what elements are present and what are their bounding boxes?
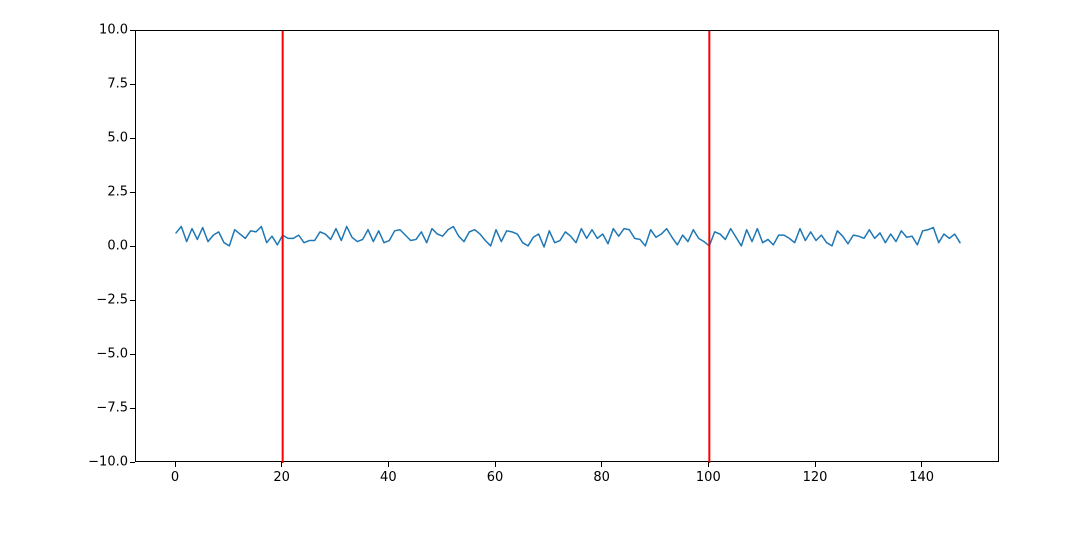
- figure: 0 20 40 60 80 100 120 140 −10.0 −7.5 −5.…: [0, 0, 1080, 540]
- y-tick-label: −10.0: [88, 455, 128, 470]
- x-tick-label: 140: [909, 470, 934, 485]
- x-tick-label: 100: [696, 470, 721, 485]
- data-series-line: [176, 226, 960, 247]
- y-tick-mark: [130, 192, 135, 193]
- x-tick-mark: [495, 462, 496, 467]
- y-tick-label: −7.5: [96, 401, 128, 416]
- y-tick-label: −2.5: [96, 293, 128, 308]
- y-tick-label: 5.0: [107, 131, 128, 146]
- y-tick-label: −5.0: [96, 347, 128, 362]
- y-tick-label: 2.5: [107, 185, 128, 200]
- x-tick-mark: [388, 462, 389, 467]
- x-tick-mark: [708, 462, 709, 467]
- x-tick-mark: [815, 462, 816, 467]
- x-tick-label: 20: [273, 470, 290, 485]
- x-tick-mark: [175, 462, 176, 467]
- y-tick-mark: [130, 138, 135, 139]
- y-tick-mark: [130, 462, 135, 463]
- x-tick-label: 80: [593, 470, 610, 485]
- y-tick-mark: [130, 300, 135, 301]
- y-tick-label: 10.0: [99, 23, 128, 38]
- y-tick-mark: [130, 408, 135, 409]
- x-tick-label: 40: [380, 470, 397, 485]
- y-tick-label: 0.0: [107, 239, 128, 254]
- y-tick-mark: [130, 246, 135, 247]
- x-tick-mark: [601, 462, 602, 467]
- x-tick-label: 60: [487, 470, 504, 485]
- plot-svg: [136, 31, 998, 461]
- x-tick-mark: [281, 462, 282, 467]
- x-tick-label: 0: [171, 470, 179, 485]
- y-tick-mark: [130, 30, 135, 31]
- y-tick-mark: [130, 354, 135, 355]
- y-tick-mark: [130, 84, 135, 85]
- plot-axes: [135, 30, 999, 462]
- y-tick-label: 7.5: [107, 77, 128, 92]
- x-tick-mark: [921, 462, 922, 467]
- x-tick-label: 120: [803, 470, 828, 485]
